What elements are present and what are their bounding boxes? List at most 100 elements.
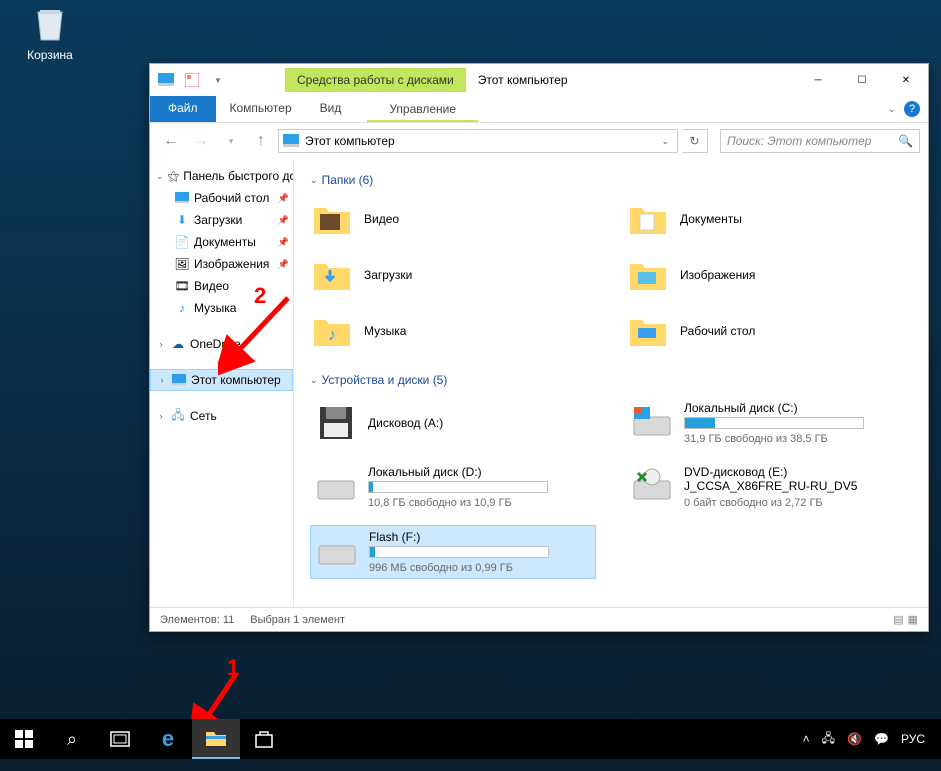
navigation-pane: ⌄⚝Панель быстрого до Рабочий стол📌 ⬇Загр… <box>150 159 294 607</box>
pictures-icon: 🖼 <box>174 256 190 272</box>
status-elements-count: Элементов: 11 <box>160 614 234 626</box>
help-icon[interactable]: ? <box>904 101 920 117</box>
taskbar-store[interactable] <box>240 719 288 759</box>
device-flash[interactable]: Flash (F:)996 МБ свободно из 0,99 ГБ <box>310 525 596 579</box>
maximize-button[interactable]: ☐ <box>840 65 884 95</box>
floppy-icon <box>314 403 358 443</box>
tray-volume-icon[interactable]: 🔇 <box>847 732 862 746</box>
address-dropdown-icon[interactable]: ⌄ <box>657 136 673 147</box>
sidebar-item-documents[interactable]: 📄Документы📌 <box>150 231 293 253</box>
folder-label: Музыка <box>364 324 406 338</box>
minimize-button[interactable]: ─ <box>796 65 840 95</box>
device-label: Flash (F:) <box>369 530 549 544</box>
sidebar-item-pictures[interactable]: 🖼 Изображения 📌 <box>150 253 293 275</box>
status-selected-count: Выбран 1 элемент <box>250 614 345 626</box>
status-bar: Элементов: 11 Выбран 1 элемент ▤ ▦ <box>150 607 928 631</box>
system-tray: ˄ 🖧 🔇 💬 РУС <box>803 729 941 750</box>
device-subtext: 10,8 ГБ свободно из 10,9 ГБ <box>368 497 548 509</box>
sidebar-item-label: Загрузки <box>194 213 242 227</box>
taskbar-file-explorer[interactable] <box>192 719 240 759</box>
tray-notifications-icon[interactable]: 💬 <box>874 732 889 746</box>
pin-icon: 📌 <box>278 259 293 270</box>
tab-file[interactable]: Файл <box>150 96 216 122</box>
dvd-icon <box>630 467 674 507</box>
group-header-devices[interactable]: ⌄Устройства и диски (5) <box>310 373 912 387</box>
refresh-button[interactable]: ↻ <box>682 129 708 153</box>
ribbon-tabs: Файл Компьютер Вид Управление ⌄ ? <box>150 96 928 123</box>
ribbon-collapse-icon[interactable]: ⌄ <box>888 104 896 115</box>
drive-icon <box>315 532 359 572</box>
device-local-c[interactable]: Локальный диск (C:)31,9 ГБ свободно из 3… <box>626 397 912 449</box>
device-label: Локальный диск (D:) <box>368 465 548 479</box>
sidebar-item-label: Панель быстрого до <box>183 169 294 183</box>
capacity-bar <box>368 481 548 493</box>
device-dvd[interactable]: DVD-дисковод (E:)J_CCSA_X86FRE_RU-RU_DV5… <box>626 461 912 513</box>
folder-music[interactable]: ♪ Музыка <box>310 309 596 353</box>
sidebar-item-desktop[interactable]: Рабочий стол📌 <box>150 187 293 209</box>
this-pc-icon <box>283 134 299 148</box>
sidebar-item-label: Изображения <box>194 257 269 271</box>
desktop-icon-recycle-bin[interactable]: Корзина <box>20 4 80 62</box>
contextual-tab-drive-tools[interactable]: Средства работы с дисками <box>285 68 466 92</box>
back-button[interactable]: ← <box>158 128 184 154</box>
pin-icon: 📌 <box>278 215 293 226</box>
folder-documents[interactable]: Документы <box>626 197 912 241</box>
group-header-folders[interactable]: ⌄Папки (6) <box>310 173 912 187</box>
recent-dropdown-icon[interactable]: ▾ <box>218 128 244 154</box>
view-tiles-icon[interactable]: ▦ <box>908 613 918 626</box>
folder-label: Изображения <box>680 268 755 282</box>
folder-downloads[interactable]: Загрузки <box>310 253 596 297</box>
sidebar-quick-access[interactable]: ⌄⚝Панель быстрого до <box>150 165 293 187</box>
annotation-arrow-2 <box>218 292 298 382</box>
search-icon[interactable]: 🔍 <box>898 134 913 148</box>
device-floppy[interactable]: Дисковод (A:) <box>310 397 596 449</box>
search-placeholder: Поиск: Этот компьютер <box>727 134 898 148</box>
search-button[interactable]: ⌕ <box>48 719 96 759</box>
address-segment[interactable]: Этот компьютер <box>305 134 395 148</box>
sidebar-item-label: Рабочий стол <box>194 191 269 205</box>
close-button[interactable]: ✕ <box>884 65 928 95</box>
folder-desktop[interactable]: Рабочий стол <box>626 309 912 353</box>
device-label2: J_CCSA_X86FRE_RU-RU_DV5 <box>684 479 857 493</box>
network-icon: 🖧 <box>170 408 186 424</box>
address-bar[interactable]: Этот компьютер ⌄ <box>278 129 678 153</box>
folder-label: Документы <box>680 212 742 226</box>
view-details-icon[interactable]: ▤ <box>893 613 903 626</box>
taskbar-edge[interactable]: e <box>144 719 192 759</box>
titlebar[interactable]: ▼ Средства работы с дисками Этот компьют… <box>150 64 928 96</box>
svg-text:♪: ♪ <box>328 327 336 344</box>
system-menu-icon[interactable] <box>155 69 177 91</box>
navigation-bar: ← → ▾ ↑ Этот компьютер ⌄ ↻ Поиск: Этот к… <box>150 123 928 159</box>
sidebar-network[interactable]: ›🖧Сеть <box>150 405 293 427</box>
tray-network-icon[interactable]: 🖧 <box>822 729 835 750</box>
tab-computer[interactable]: Компьютер <box>216 96 306 122</box>
drive-icon <box>630 403 674 443</box>
tab-view[interactable]: Вид <box>306 96 356 122</box>
device-subtext: 31,9 ГБ свободно из 38,5 ГБ <box>684 433 864 445</box>
desktop-icon <box>174 190 190 206</box>
folder-label: Рабочий стол <box>680 324 755 338</box>
taskbar: ⌕ e ˄ 🖧 🔇 💬 РУС <box>0 719 941 759</box>
forward-button[interactable]: → <box>188 128 214 154</box>
drive-icon <box>314 467 358 507</box>
capacity-bar <box>684 417 864 429</box>
tray-language[interactable]: РУС <box>901 732 925 746</box>
tray-up-icon[interactable]: ˄ <box>803 732 810 746</box>
start-button[interactable] <box>0 719 48 759</box>
folder-videos[interactable]: Видео <box>310 197 596 241</box>
recycle-bin-icon <box>30 4 70 44</box>
edge-icon: e <box>162 726 174 752</box>
search-box[interactable]: Поиск: Этот компьютер 🔍 <box>720 129 920 153</box>
folder-icon <box>626 255 670 295</box>
up-button[interactable]: ↑ <box>248 128 274 154</box>
qat-properties-icon[interactable] <box>181 69 203 91</box>
qat-dropdown-icon[interactable]: ▼ <box>207 69 229 91</box>
documents-icon: 📄 <box>174 234 190 250</box>
store-icon <box>254 729 274 749</box>
sidebar-item-downloads[interactable]: ⬇Загрузки📌 <box>150 209 293 231</box>
sidebar-item-label: Документы <box>194 235 256 249</box>
task-view-button[interactable] <box>96 719 144 759</box>
tab-manage[interactable]: Управление <box>367 96 478 122</box>
folder-pictures[interactable]: Изображения <box>626 253 912 297</box>
device-local-d[interactable]: Локальный диск (D:) 10,8 ГБ свободно из 1… <box>310 461 596 513</box>
